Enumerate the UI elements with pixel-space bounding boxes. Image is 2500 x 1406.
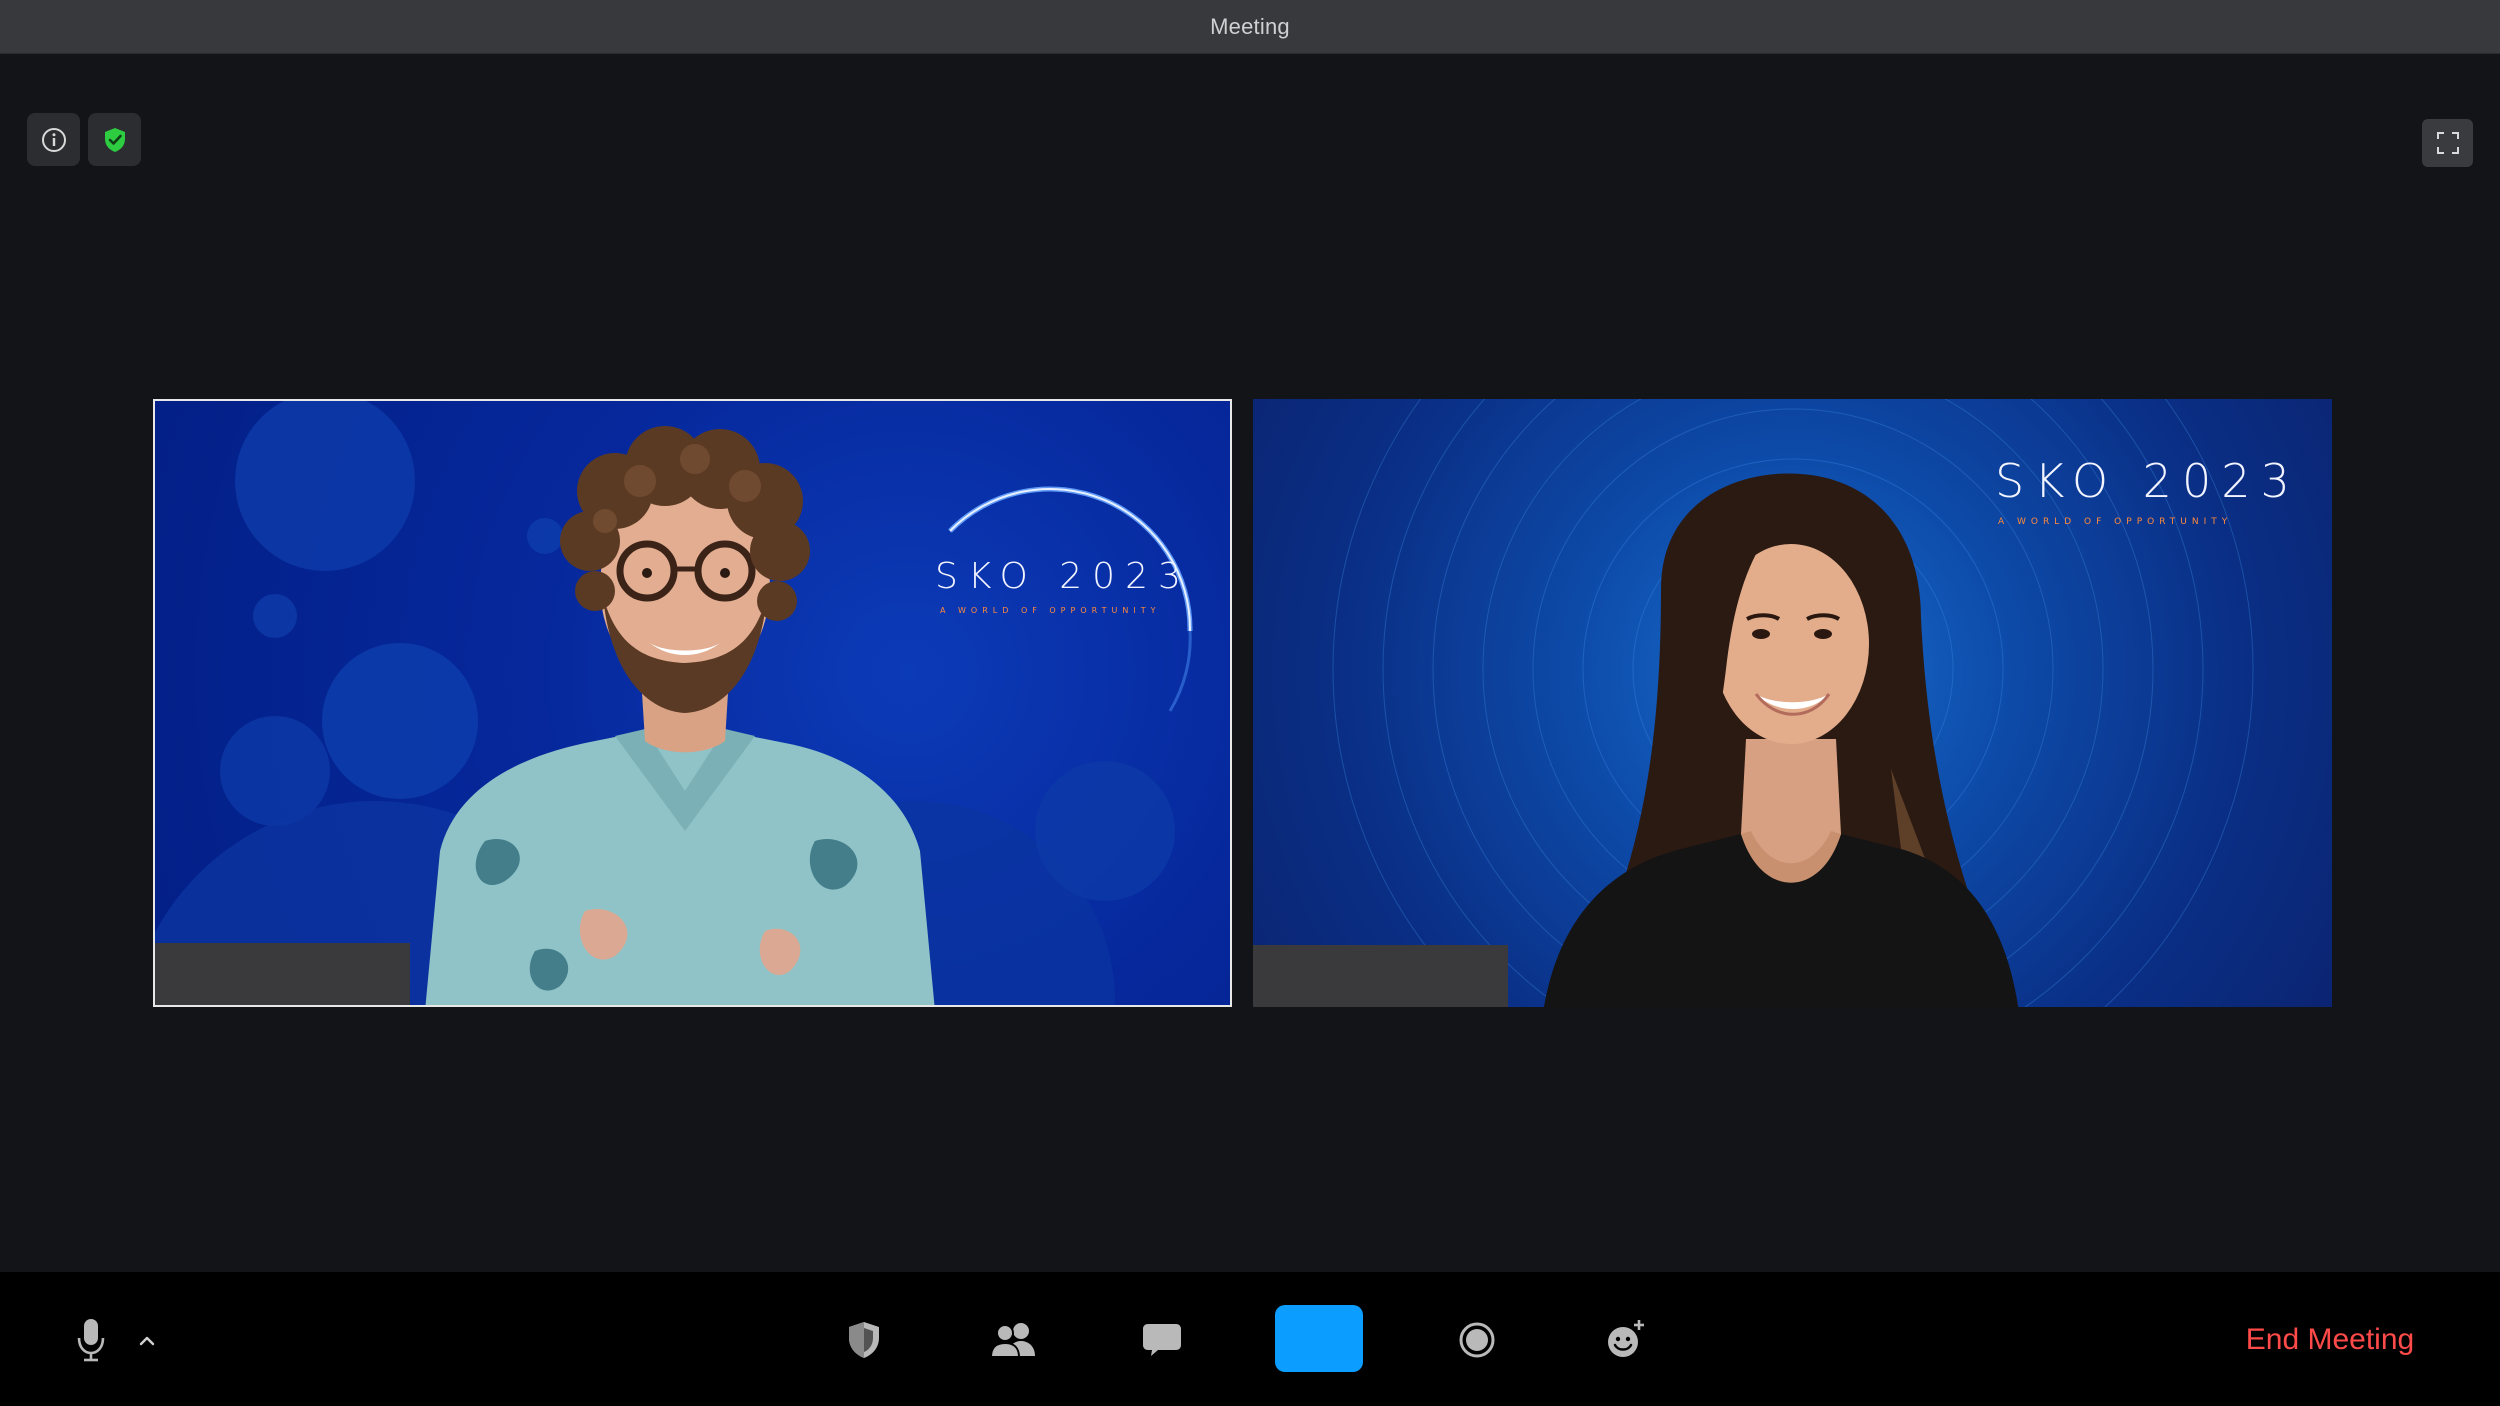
- green-shield-check-icon: [104, 127, 125, 152]
- window-title: Meeting: [1210, 13, 1290, 39]
- chat-bubble-icon: [1143, 1324, 1181, 1356]
- window-title-bar: Meeting: [0, 0, 2500, 54]
- mute-button[interactable]: [70, 1310, 112, 1370]
- meeting-info-button[interactable]: [27, 113, 80, 166]
- meeting-controls-toolbar: [0, 1272, 2500, 1406]
- participants-button[interactable]: [982, 1314, 1046, 1366]
- record-icon: [1459, 1322, 1495, 1358]
- share-screen-button[interactable]: [1275, 1305, 1363, 1372]
- chat-button[interactable]: [1136, 1314, 1188, 1366]
- record-button[interactable]: [1452, 1314, 1502, 1366]
- participant-video-tile-2[interactable]: SKO 2023 A WORLD OF OPPORTUNITY: [1253, 399, 2332, 1007]
- participant-1-portrait: [425, 426, 935, 1005]
- fullscreen-icon: [2436, 132, 2459, 154]
- reactions-button[interactable]: [1600, 1312, 1652, 1366]
- participants-icon: [989, 1323, 1035, 1358]
- participant-2-name-plate: [1253, 945, 1508, 1007]
- audio-options-button[interactable]: [132, 1326, 162, 1356]
- info-circle-icon: [41, 127, 66, 152]
- meeting-info-group: [27, 113, 141, 166]
- security-button[interactable]: [840, 1312, 888, 1368]
- encryption-status-button[interactable]: [88, 113, 141, 166]
- participant-2-portrait: [1544, 473, 2019, 1007]
- participant-video-tile-1[interactable]: SKO 2023 A WORLD OF OPPORTUNITY: [153, 399, 1232, 1007]
- participant-1-name-plate: [155, 943, 410, 1005]
- end-meeting-button[interactable]: End Meeting: [2230, 1312, 2430, 1368]
- chevron-up-icon: [139, 1336, 155, 1346]
- shield-icon: [849, 1322, 879, 1358]
- emoji-plus-icon: [1608, 1320, 1644, 1357]
- fullscreen-button[interactable]: [2422, 119, 2473, 167]
- microphone-icon: [77, 1319, 105, 1362]
